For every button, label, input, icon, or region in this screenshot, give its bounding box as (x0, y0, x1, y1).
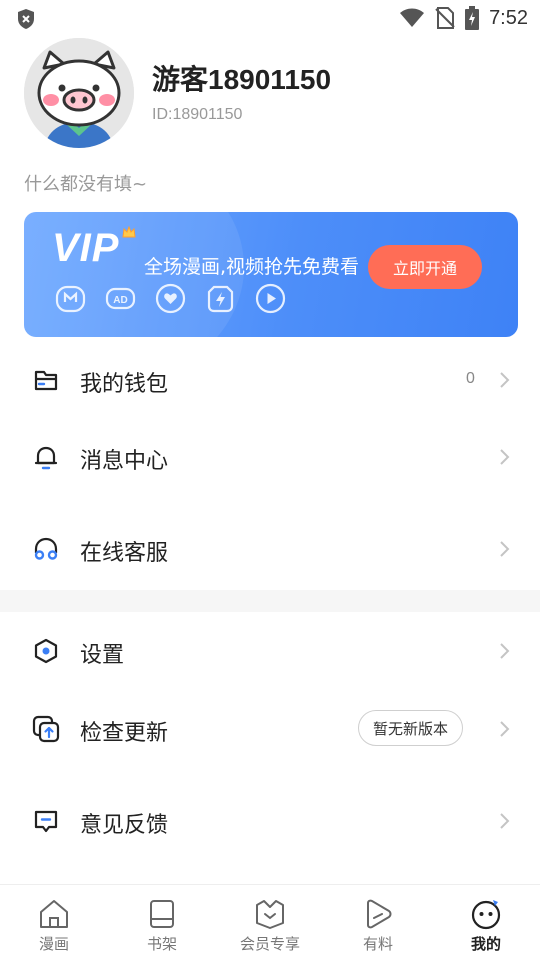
profile-header[interactable]: 游客18901150 ID:18901150 (0, 36, 540, 160)
username: 游客18901150 (152, 64, 332, 95)
status-bar: 7:52 (0, 0, 540, 36)
svg-text:AD: AD (113, 295, 127, 306)
tab-label: 会员专享 (239, 935, 300, 953)
settings-hex-icon (34, 638, 58, 664)
wifi-icon (400, 8, 425, 27)
wallet-balance: 0 (466, 370, 475, 387)
tab-label: 书架 (146, 935, 177, 953)
menu-item-feedback[interactable]: 意见反馈 (0, 791, 540, 851)
chevron-right-icon (500, 449, 510, 465)
menu-label-update: 检查更新 (80, 721, 169, 746)
section-divider (0, 590, 540, 612)
menu-item-messages[interactable]: 消息中心 (0, 427, 540, 487)
chevron-right-icon (500, 721, 510, 737)
headset-icon (34, 537, 58, 560)
vip-slogan: 全场漫画,视频抢先免费看 (144, 256, 360, 278)
bell-icon (34, 446, 58, 470)
user-id: ID:18901150 (152, 106, 243, 123)
pig-avatar (24, 38, 134, 148)
tab-feed[interactable]: 有料 (324, 885, 432, 960)
tab-vip-exclusive[interactable]: 会员专享 (216, 885, 324, 960)
menu-label-messages: 消息中心 (80, 449, 169, 474)
menu-item-update[interactable]: 检查更新 暂无新版本 (0, 699, 540, 759)
bookshelf-icon (150, 900, 174, 928)
avatar[interactable] (24, 38, 134, 148)
battery-charging-icon (465, 6, 480, 30)
vip-crown-badge-icon (122, 226, 136, 238)
chevron-right-icon (500, 813, 510, 829)
vip-crown-icon (256, 900, 284, 929)
menu-item-wallet[interactable]: 我的钱包 0 (0, 350, 540, 410)
tab-label: 漫画 (38, 935, 69, 953)
bottom-tab-bar: 漫画 书架 会员专享 有料 我的 (0, 884, 540, 960)
menu-label-support: 在线客服 (80, 541, 169, 566)
menu-label-settings: 设置 (80, 643, 125, 668)
play-icon (367, 899, 392, 929)
tab-profile[interactable]: 我的 (432, 885, 540, 960)
tab-comics[interactable]: 漫画 (0, 885, 108, 960)
update-icon (32, 715, 60, 743)
tab-bookshelf[interactable]: 书架 (108, 885, 216, 960)
no-ads-perk-icon: AD (105, 287, 136, 310)
manga-perk-icon (55, 285, 86, 313)
home-icon (40, 900, 68, 928)
vip-logo: VIP (52, 226, 120, 270)
video-perk-icon (255, 283, 286, 314)
vip-banner[interactable]: VIP 全场漫画,视频抢先免费看 立即开通 AD (24, 212, 518, 337)
vip-activate-button[interactable]: 立即开通 (368, 245, 482, 289)
no-sim-icon (435, 7, 455, 29)
user-bio[interactable]: 什么都没有填~ (24, 170, 147, 196)
profile-face-icon (471, 900, 501, 930)
chevron-right-icon (500, 372, 510, 388)
update-status-badge: 暂无新版本 (358, 710, 463, 746)
wallet-icon (34, 370, 58, 391)
chevron-right-icon (500, 541, 510, 557)
menu-label-wallet: 我的钱包 (80, 372, 169, 397)
speed-perk-icon (207, 285, 234, 313)
menu-item-settings[interactable]: 设置 (0, 621, 540, 681)
tab-label: 有料 (362, 935, 393, 953)
heart-perk-icon (155, 283, 186, 314)
menu-label-feedback: 意见反馈 (80, 813, 169, 838)
tab-label: 我的 (470, 935, 501, 953)
feedback-icon (34, 810, 58, 833)
shield-icon (18, 9, 34, 29)
status-time: 7:52 (489, 6, 528, 29)
chevron-right-icon (500, 643, 510, 659)
menu-item-support[interactable]: 在线客服 (0, 519, 540, 579)
vip-perks: AD (54, 282, 287, 315)
